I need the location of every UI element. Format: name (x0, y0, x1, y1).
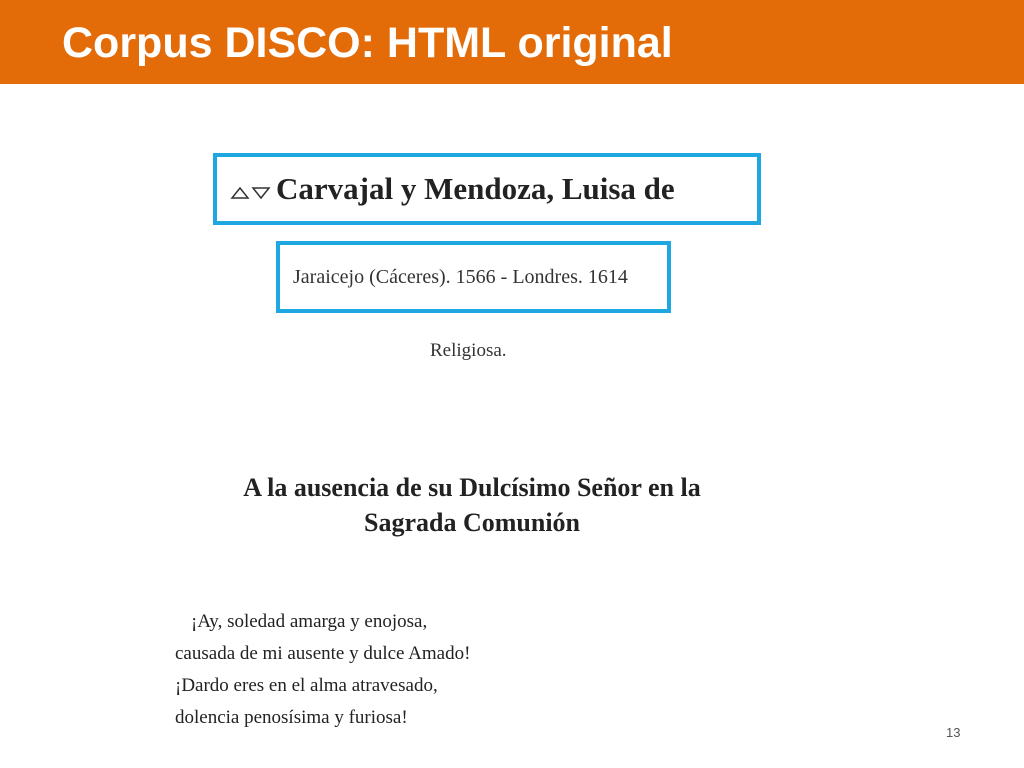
page-number: 13 (946, 725, 961, 740)
poem-line: ¡Dardo eres en el alma atravesado, (175, 675, 438, 696)
poem-line: dolencia penosísima y furiosa! (175, 707, 408, 728)
author-name: Carvajal y Mendoza, Luisa de (276, 171, 675, 206)
poem-line: causada de mi ausente y dulce Amado! (175, 643, 471, 664)
poem-title-line: A la ausencia de su Dulcísimo Señor en l… (243, 473, 701, 502)
slide-title: Corpus DISCO: HTML original (62, 19, 673, 67)
author-arrows (230, 186, 271, 200)
slide: Corpus DISCO: HTML original Carvajal y M… (0, 0, 1024, 768)
poem-title-line: Sagrada Comunión (364, 508, 580, 537)
dates-highlight-box: Jaraicejo (Cáceres). 1566 - Londres. 161… (276, 241, 671, 313)
arrow-down-icon[interactable] (251, 186, 271, 200)
arrow-up-icon[interactable] (230, 186, 250, 200)
poem-title: A la ausencia de su Dulcísimo Señor en l… (172, 470, 772, 540)
author-occupation: Religiosa. (430, 340, 507, 361)
author-dates: Jaraicejo (Cáceres). 1566 - Londres. 161… (293, 266, 628, 288)
poem-line: ¡Ay, soledad amarga y enojosa, (191, 611, 428, 632)
poem-text: ¡Ay, soledad amarga y enojosa, causada d… (175, 606, 470, 734)
author-highlight-box: Carvajal y Mendoza, Luisa de (213, 153, 761, 225)
